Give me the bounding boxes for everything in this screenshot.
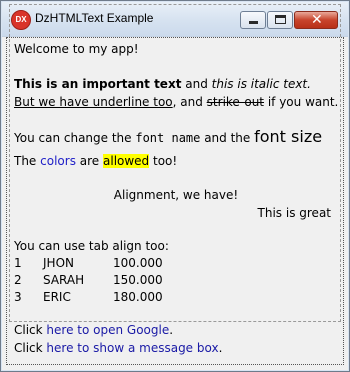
welcome-text: Welcome to my app! [14, 42, 139, 56]
bold-text: This is an important text [14, 77, 182, 91]
row-value: 180.000 [113, 290, 163, 304]
messagebox-line: Click here to show a message box. [14, 341, 222, 355]
row-number: 3 [14, 290, 22, 304]
alignment-text: Alignment, we have! [113, 188, 239, 202]
suffix-text: if you want. [264, 95, 339, 109]
formatting-line-2: But we have underline too, and strike-ou… [14, 95, 338, 109]
connector-text: and [181, 77, 212, 91]
font-size-text: font size [254, 127, 323, 146]
google-line: Click here to open Google. [14, 323, 173, 337]
click-text: Click [14, 341, 47, 355]
app-window: DX DzHTMLText Example ✕ Welcome to my ap… [0, 0, 350, 372]
right-aligned-line: This is great [258, 206, 331, 220]
center-aligned-line: Alignment, we have! [1, 188, 350, 202]
welcome-line: Welcome to my app! [14, 42, 139, 56]
row-number: 1 [14, 256, 22, 270]
period-text: . [169, 323, 174, 337]
font-prefix-text: You can change the [14, 131, 136, 145]
are-text: are [75, 154, 103, 168]
too-text: too! [149, 154, 178, 168]
the-text: The [14, 154, 41, 168]
italic-text: this is italic text. [211, 77, 311, 91]
row-value: 100.000 [113, 256, 163, 270]
strikeout-text: strike-out [206, 95, 265, 109]
formatting-line-1: This is an important text and this is it… [14, 77, 311, 91]
connector-text: , and [172, 95, 207, 109]
row-name: ERIC [43, 290, 71, 304]
colors-word: colors [40, 154, 76, 168]
row-number: 2 [14, 273, 22, 287]
highlighted-word: allowed [103, 154, 150, 168]
tab-intro-text: You can use tab align too: [14, 239, 169, 253]
great-text: This is great [257, 206, 331, 220]
row-name: JHON [43, 256, 74, 270]
underline-text: But we have underline too [14, 95, 173, 109]
click-text: Click [14, 323, 47, 337]
row-value: 150.000 [113, 273, 163, 287]
font-name-text: font name [135, 131, 201, 145]
row-name: SARAH [43, 273, 85, 287]
font-line: You can change the font name and the fon… [14, 127, 322, 146]
colors-line: The colors are allowed too! [14, 154, 177, 168]
google-link[interactable]: here to open Google [46, 323, 169, 337]
connector-text: and the [200, 131, 255, 145]
tab-intro-line: You can use tab align too: [14, 239, 169, 253]
period-text: . [218, 341, 223, 355]
message-box-link[interactable]: here to show a message box [46, 341, 218, 355]
